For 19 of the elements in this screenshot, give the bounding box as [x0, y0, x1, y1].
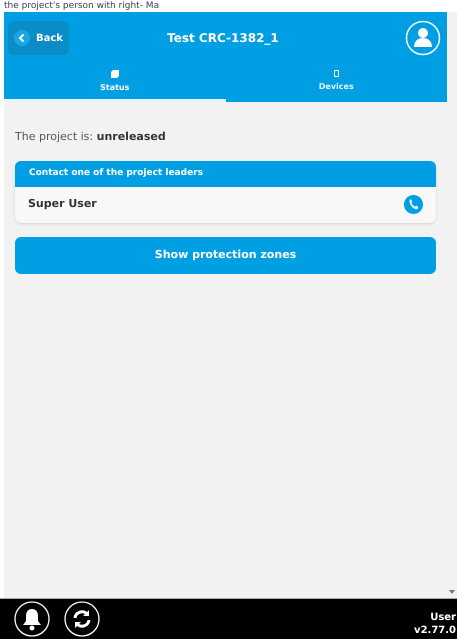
tab[interactable]: Status — [4, 64, 226, 102]
back-button[interactable]: Back — [8, 21, 69, 55]
leader-name: Super User — [28, 196, 98, 212]
chevron-left-icon — [14, 30, 30, 46]
refresh-icon[interactable] — [64, 601, 100, 637]
overlay-text: the project's person with right- Ma — [4, 0, 160, 12]
note-icon — [110, 70, 119, 78]
project-status: The project is: unreleased — [15, 129, 167, 145]
phone-icon[interactable] — [404, 195, 423, 214]
app-version: v2.77.0 — [414, 624, 456, 637]
scroll-down-icon[interactable] — [449, 590, 455, 594]
device-icon — [334, 70, 339, 77]
contact-card-header: Contact one of the project leaders — [15, 160, 436, 186]
user-name: User — [430, 611, 456, 624]
tab[interactable]: Devices — [226, 64, 447, 102]
user-avatar-icon[interactable] — [405, 20, 441, 56]
show-protection-zones-button[interactable]: Show protection zones — [15, 236, 436, 274]
page-title: Test CRC-1382_1 — [166, 30, 280, 47]
notification-bell-icon[interactable] — [14, 601, 50, 637]
